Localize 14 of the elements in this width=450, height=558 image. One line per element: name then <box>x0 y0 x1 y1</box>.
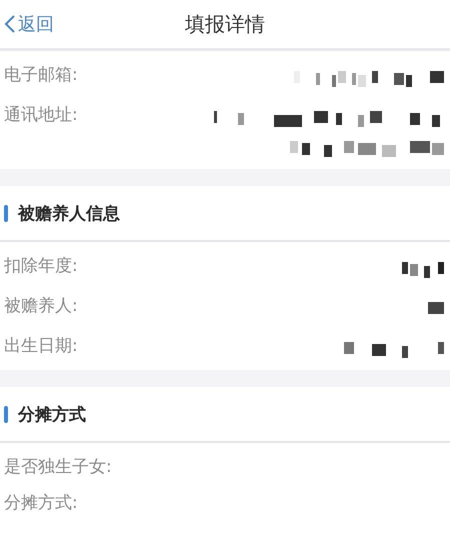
field-label: 分摊方式: <box>4 492 78 515</box>
field-label: 出生日期: <box>4 335 78 358</box>
field-label: 扣除年度: <box>4 255 78 278</box>
accent-bar-icon <box>4 406 8 422</box>
section-title: 分摊方式 <box>18 404 86 426</box>
field-label: 通讯地址: <box>4 104 78 127</box>
back-button[interactable]: 返回 <box>0 12 54 36</box>
field-label: 电子邮箱: <box>4 64 78 87</box>
section-title: 被赡养人信息 <box>18 202 120 224</box>
chevron-left-icon <box>4 14 16 34</box>
field-label: 是否独生子女: <box>4 456 112 479</box>
field-label: 被赡养人: <box>4 295 78 318</box>
page-title: 填报详情 <box>185 10 265 38</box>
accent-bar-icon <box>4 204 8 222</box>
